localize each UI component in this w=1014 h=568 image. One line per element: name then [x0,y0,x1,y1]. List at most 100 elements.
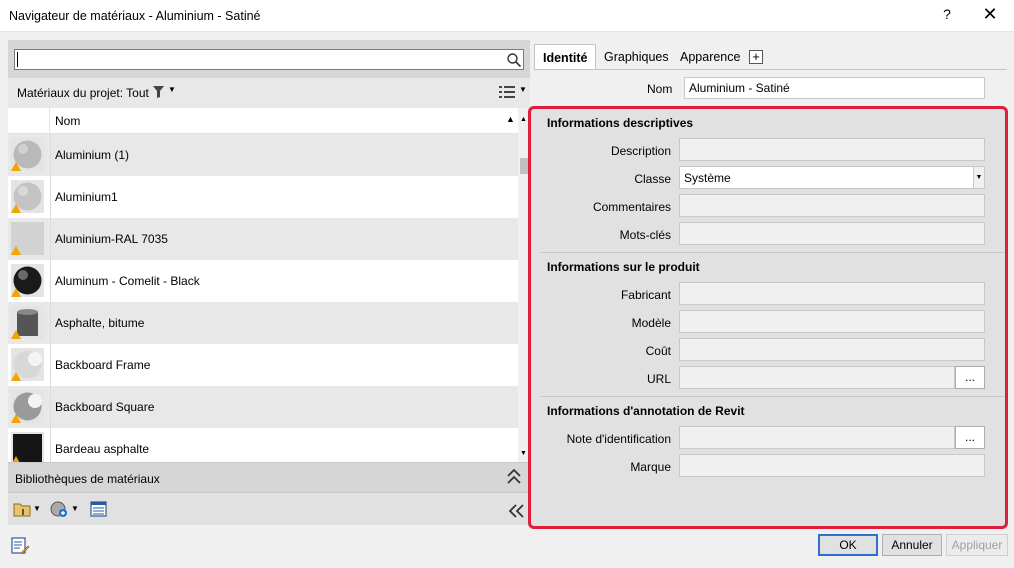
search-input[interactable] [14,49,524,70]
chevron-down-icon[interactable]: ▼ [973,166,985,189]
apply-button[interactable]: Appliquer [946,534,1008,556]
name-row: Nom [534,70,1007,106]
chevron-down-icon[interactable]: ▼ [519,85,527,94]
tab-identity[interactable]: Identité [534,44,596,70]
warning-icon [11,288,21,297]
tab-graphics[interactable]: Graphiques [604,44,674,70]
warning-icon [11,204,21,213]
section-title-product: Informations sur le produit [547,260,700,274]
name-label: Nom [647,82,673,96]
folder-icon[interactable] [13,501,31,517]
material-name: Asphalte, bitume [55,316,145,330]
name-column-header[interactable]: Nom [55,114,80,128]
add-tab-button[interactable]: + [749,50,763,64]
cancel-button[interactable]: Annuler [882,534,942,556]
text-cursor [17,52,18,67]
keynote-browse-button[interactable]: ... [955,426,985,449]
column-divider [50,134,51,176]
thumbnail-column-header [8,108,50,134]
column-divider [50,260,51,302]
name-field[interactable] [684,77,985,99]
material-name: Aluminum - Comelit - Black [55,274,200,288]
cost-label: Coût [645,344,671,358]
column-divider [50,302,51,344]
project-materials-filter-label[interactable]: Matériaux du projet: Tout [17,86,149,100]
column-divider [50,344,51,386]
material-name: Aluminium1 [55,190,118,204]
material-list: Aluminium (1) Aluminium1 Aluminium-RAL 703… [8,134,518,462]
scrollbar-thumb[interactable] [520,158,528,174]
asset-browser-icon[interactable] [90,501,107,517]
libraries-label[interactable]: Bibliothèques de matériaux [15,472,160,486]
keynote-label: Note d'identification [566,432,671,446]
section-title-revit: Informations d'annotation de Revit [547,404,745,418]
material-browser-panel: Matériaux du projet: Tout ▼ ▼ Nom ▲ Alum… [8,40,530,525]
double-chevron-up-icon[interactable] [506,468,522,486]
tab-appearance[interactable]: Apparence [680,44,746,70]
list-item[interactable]: Aluminum - Comelit - Black [8,260,518,302]
manufacturer-field[interactable] [679,282,985,305]
search-bar [8,40,530,78]
material-name: Bardeau asphalte [55,442,150,456]
list-item[interactable]: Aluminium-RAL 7035 [8,218,518,260]
help-button[interactable]: ? [940,6,954,22]
class-label: Classe [634,172,671,186]
close-button[interactable]: ✕ [981,4,999,25]
description-label: Description [610,144,671,158]
title-bar: Navigateur de matériaux - Aluminium - Sa… [0,0,1014,32]
section-divider [541,252,1005,253]
list-item[interactable]: Backboard Square [8,386,518,428]
material-name: Backboard Square [55,400,155,414]
warning-icon [11,330,21,339]
column-divider [50,218,51,260]
column-divider [50,386,51,428]
cost-field[interactable] [679,338,985,361]
scroll-down-icon[interactable]: ▼ [520,450,527,457]
list-view-icon[interactable] [499,85,515,99]
manufacturer-label: Fabricant [620,288,671,302]
model-field[interactable] [679,310,985,333]
warning-icon [11,162,21,171]
ok-button[interactable]: OK [818,534,878,556]
column-divider [50,176,51,218]
material-name: Aluminium-RAL 7035 [55,232,168,246]
library-toolbar: ▼ ▼ [8,492,530,525]
mark-field[interactable] [679,454,985,477]
class-select[interactable]: Système ▼ [679,166,985,189]
url-browse-button[interactable]: ... [955,366,985,389]
warning-icon [11,246,21,255]
description-field[interactable] [679,138,985,161]
chevron-down-icon[interactable]: ▼ [168,85,176,94]
window-title: Navigateur de matériaux - Aluminium - Sa… [9,9,261,23]
list-header: Nom ▲ [8,108,518,134]
material-name: Backboard Frame [55,358,151,372]
comments-label: Commentaires [592,200,671,214]
url-field[interactable] [679,366,955,389]
warning-icon [11,414,21,423]
double-chevron-left-icon[interactable] [508,503,524,519]
column-divider [50,428,51,462]
create-material-icon[interactable] [50,501,68,517]
material-name: Aluminium (1) [55,148,130,162]
chevron-down-icon[interactable]: ▼ [71,504,79,520]
mark-label: Marque [630,460,671,474]
warning-icon [11,372,21,381]
list-item[interactable]: Bardeau asphalte [8,428,518,462]
scroll-up-icon[interactable]: ▲ [520,116,527,123]
class-select-value: Système [684,171,731,185]
search-icon[interactable] [506,52,522,68]
keywords-field[interactable] [679,222,985,245]
sort-ascending-icon[interactable]: ▲ [506,114,515,124]
model-label: Modèle [631,316,671,330]
url-label: URL [646,372,671,386]
comments-field[interactable] [679,194,985,217]
list-item[interactable]: Aluminium (1) [8,134,518,176]
list-item[interactable]: Backboard Frame [8,344,518,386]
list-item[interactable]: Asphalte, bitume [8,302,518,344]
filter-bar: Matériaux du projet: Tout ▼ ▼ [8,78,530,108]
filter-icon[interactable] [153,86,164,98]
keynote-field[interactable] [679,426,955,449]
chevron-down-icon[interactable]: ▼ [33,504,41,520]
list-item[interactable]: Aluminium1 [8,176,518,218]
material-editor-toggle-icon[interactable] [10,536,30,556]
